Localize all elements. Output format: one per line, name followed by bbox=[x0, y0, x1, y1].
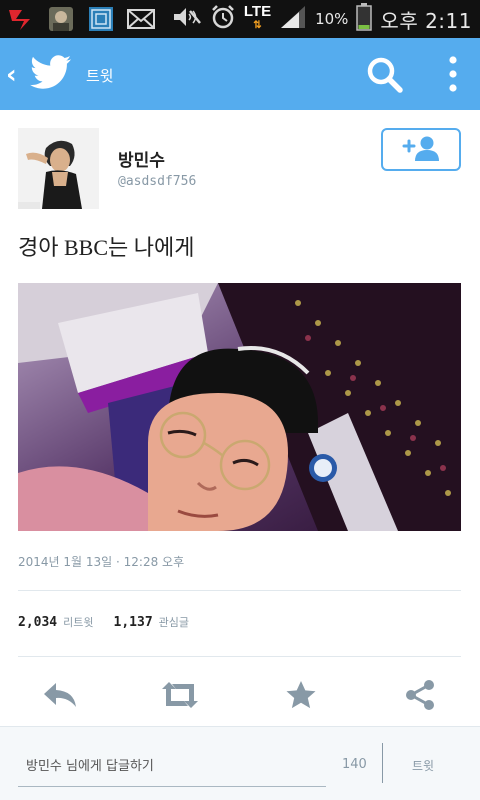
tweet-timestamp: 2014년 1월 13일 · 12:28 오후 bbox=[18, 555, 185, 569]
status-clock: 오후 2:11 bbox=[380, 8, 472, 33]
signal-icon bbox=[279, 4, 307, 34]
mute-icon bbox=[172, 5, 202, 33]
avatar[interactable] bbox=[18, 128, 99, 209]
user-name[interactable]: 방민수 bbox=[118, 146, 165, 171]
battery-percent: 10% bbox=[315, 10, 349, 28]
tweet-stats: 2,034 리트윗 1,137 관심글 bbox=[18, 614, 203, 630]
retweets-count[interactable]: 2,034 bbox=[18, 615, 57, 630]
mail-icon bbox=[126, 4, 156, 34]
reply-bar: 140 트윗 bbox=[0, 726, 480, 800]
notification-app-icon bbox=[6, 4, 36, 34]
tweet-photo[interactable] bbox=[18, 283, 461, 531]
favorites-count[interactable]: 1,137 bbox=[114, 615, 153, 630]
battery-icon bbox=[356, 3, 373, 35]
reply-icon[interactable] bbox=[40, 675, 80, 715]
divider bbox=[18, 590, 461, 591]
avatar-notification-icon bbox=[46, 4, 76, 34]
tweet-actions bbox=[0, 665, 480, 725]
divider bbox=[18, 656, 461, 657]
alarm-icon bbox=[210, 4, 236, 34]
grid-app-icon bbox=[86, 4, 116, 34]
favorites-label[interactable]: 관심글 bbox=[159, 614, 189, 630]
back-icon[interactable]: ‹ bbox=[6, 60, 17, 90]
star-icon[interactable] bbox=[281, 675, 321, 715]
share-icon[interactable] bbox=[400, 675, 440, 715]
retweet-icon[interactable] bbox=[160, 675, 200, 715]
more-vertical-icon[interactable] bbox=[438, 54, 468, 94]
follow-button[interactable] bbox=[381, 128, 461, 171]
retweets-label[interactable]: 리트윗 bbox=[63, 614, 93, 630]
status-bar-notifications bbox=[6, 4, 156, 34]
twitter-bird-icon[interactable] bbox=[30, 55, 72, 95]
tweet-text: 경아 BBC는 나에게 bbox=[18, 235, 195, 260]
status-bar-system: LTE ⇅ 10% 오후 2:11 bbox=[172, 2, 472, 36]
tweet-button[interactable]: 트윗 bbox=[412, 757, 434, 774]
status-bar: LTE ⇅ 10% 오후 2:11 bbox=[0, 0, 480, 38]
search-icon[interactable] bbox=[366, 56, 404, 94]
app-bar: ‹ 트윗 bbox=[0, 38, 480, 110]
lte-icon: LTE ⇅ bbox=[243, 3, 272, 31]
reply-input[interactable] bbox=[18, 747, 326, 787]
add-user-icon bbox=[401, 135, 441, 165]
user-handle[interactable]: @asdsdf756 bbox=[118, 174, 196, 189]
divider bbox=[382, 743, 383, 783]
char-count: 140 bbox=[342, 757, 367, 772]
app-bar-title: 트윗 bbox=[86, 67, 114, 85]
